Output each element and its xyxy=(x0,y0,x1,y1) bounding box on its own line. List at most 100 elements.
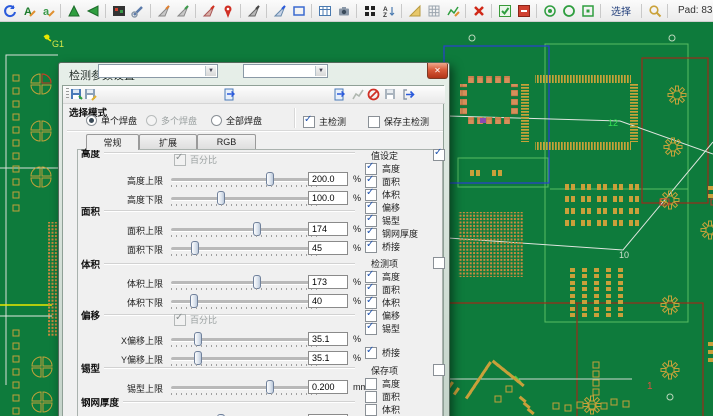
ruler-icon[interactable] xyxy=(406,2,423,20)
y-offset-slider[interactable] xyxy=(171,357,321,361)
check-box-icon[interactable] xyxy=(496,2,513,20)
close-button[interactable]: ✕ xyxy=(427,63,448,79)
panel-detect-items: 检测项 ✓ ✓高度 ✓面积 ✓体积 ✓偏移 ✓锡型 ✓桥接 xyxy=(362,257,446,359)
divider xyxy=(67,130,443,132)
detect-items-master-checkbox[interactable]: ✓ xyxy=(433,257,445,269)
area-lower-slider[interactable] xyxy=(171,247,321,251)
minus-box-icon[interactable] xyxy=(515,2,532,20)
area-upper-slider[interactable] xyxy=(171,228,321,232)
square-target-icon[interactable] xyxy=(579,2,596,20)
height-upper-slider[interactable] xyxy=(171,178,321,182)
group-offset: 偏移 ✓ 百分比 X偏移上限 % Y偏移上限 % xyxy=(81,309,361,370)
x-offset-input[interactable] xyxy=(308,332,348,346)
circle-icon[interactable] xyxy=(560,2,577,20)
check-item[interactable]: ✓体积 xyxy=(362,403,446,416)
table-icon[interactable] xyxy=(316,2,333,20)
check-item[interactable]: ✓面积 xyxy=(362,390,446,403)
chart-edit-icon[interactable] xyxy=(444,2,461,20)
exit-icon[interactable] xyxy=(401,87,415,101)
radio-dot xyxy=(146,115,157,126)
solder-shape-slider[interactable] xyxy=(171,386,321,390)
annotate-a-icon[interactable]: A xyxy=(20,2,37,20)
area-upper-input[interactable] xyxy=(308,222,348,236)
circle-dot-icon[interactable] xyxy=(541,2,558,20)
magnifier-icon[interactable] xyxy=(646,2,663,20)
check-item[interactable]: ✓钢网厚度 xyxy=(362,227,446,240)
check-item[interactable]: ✓面积 xyxy=(362,175,446,188)
dart-red-icon[interactable] xyxy=(200,2,217,20)
cone-icon[interactable] xyxy=(84,2,101,20)
group-stencil-thickness: 钢网厚度 钢网厚度 mm xyxy=(81,396,361,416)
image-icon[interactable] xyxy=(110,2,127,20)
group-area: 面积 面积上限 % 面积下限 % xyxy=(81,205,361,260)
stats-icon[interactable] xyxy=(350,87,364,101)
location-pin-icon[interactable] xyxy=(219,2,236,20)
height-percent-checkbox[interactable]: ✓ 百分比 xyxy=(174,153,217,166)
dart-orange-icon[interactable] xyxy=(155,2,172,20)
radio-single-pad[interactable]: 单个焊盘 xyxy=(86,114,137,127)
check-item[interactable]: ✓锡型 xyxy=(362,322,446,335)
dart-blue-icon[interactable] xyxy=(271,2,288,20)
undo-icon[interactable] xyxy=(1,2,18,20)
check-item[interactable]: ✓体积 xyxy=(362,188,446,201)
check-item[interactable]: ✓偏移 xyxy=(362,309,446,322)
divider xyxy=(294,108,296,128)
tab-general[interactable]: 常规 xyxy=(86,134,139,150)
height-lower-slider[interactable] xyxy=(171,197,321,201)
slider-row: 体积上限 % xyxy=(81,275,361,294)
solder-shape-input[interactable] xyxy=(308,380,348,394)
pyramid-icon[interactable] xyxy=(65,2,82,20)
height-upper-input[interactable] xyxy=(308,172,348,186)
dart-grey-icon[interactable] xyxy=(245,2,262,20)
offset-percent-checkbox[interactable]: ✓ 百分比 xyxy=(174,313,217,326)
height-lower-input[interactable] xyxy=(308,191,348,205)
volume-lower-input[interactable] xyxy=(308,294,348,308)
check-item[interactable]: ✓偏移 xyxy=(362,201,446,214)
check-item[interactable]: ✓锡型 xyxy=(362,214,446,227)
tools-icon[interactable] xyxy=(129,2,146,20)
x-offset-slider[interactable] xyxy=(171,338,321,342)
pcb-label-12: 12 xyxy=(608,118,618,128)
check-item[interactable]: ✓桥接 xyxy=(362,240,446,253)
select-rect-icon[interactable] xyxy=(290,2,307,20)
check-item[interactable]: ✓桥接 xyxy=(362,346,446,359)
check-item[interactable]: ✓面积 xyxy=(362,283,446,296)
check-item[interactable]: ✓高度 xyxy=(362,162,446,175)
camera-icon[interactable] xyxy=(335,2,352,20)
tiles-icon[interactable] xyxy=(361,2,378,20)
app-window: G1 12 10 1 A a AZ xyxy=(0,0,713,416)
slider-row: 高度上限 % xyxy=(81,172,361,191)
chevron-down-icon: ▼ xyxy=(315,66,326,76)
slider-row: 面积上限 % xyxy=(81,222,361,241)
select-mode-label[interactable]: 选择 xyxy=(611,3,631,18)
annotate-a2-icon[interactable]: a xyxy=(39,2,56,20)
block-icon[interactable] xyxy=(366,87,380,101)
apply-profile-1-icon[interactable] xyxy=(222,87,236,101)
sort-az-icon[interactable]: AZ xyxy=(380,2,397,20)
svg-text:a: a xyxy=(43,6,50,18)
save-grey-icon[interactable] xyxy=(383,87,397,101)
apply-profile-2-icon[interactable] xyxy=(332,87,346,101)
volume-lower-slider[interactable] xyxy=(171,300,321,304)
save-main-detect-checkbox[interactable]: ✓ 保存主检测 xyxy=(368,115,429,128)
save-as-profile-icon[interactable] xyxy=(83,87,97,101)
main-detect-checkbox[interactable]: ✓ 主检测 xyxy=(303,115,346,128)
save-profile-icon[interactable] xyxy=(69,87,83,101)
check-item[interactable]: ✓高度 xyxy=(362,377,446,390)
save-items-master-checkbox[interactable]: ✓ xyxy=(433,364,445,376)
profile-combo-1[interactable]: ▼ xyxy=(98,64,218,78)
dart-green-icon[interactable] xyxy=(174,2,191,20)
panel-save-items: 保存项 ✓ ✓高度 ✓面积 ✓体积 ✓偏移 xyxy=(362,364,446,416)
value-setting-master-checkbox[interactable]: ✓ xyxy=(433,149,445,161)
radio-all-pads[interactable]: 全部焊盘 xyxy=(211,114,262,127)
check-item[interactable]: ✓体积 xyxy=(362,296,446,309)
area-lower-input[interactable] xyxy=(308,241,348,255)
delete-x-icon[interactable] xyxy=(470,2,487,20)
profile-combo-2[interactable]: ▼ xyxy=(243,64,328,78)
check-item[interactable]: ✓高度 xyxy=(362,270,446,283)
grid-icon[interactable] xyxy=(425,2,442,20)
radio-dot xyxy=(86,115,97,126)
volume-upper-input[interactable] xyxy=(308,275,348,289)
volume-upper-slider[interactable] xyxy=(171,281,321,285)
radio-multi-pad[interactable]: 多个焊盘 xyxy=(146,114,197,127)
